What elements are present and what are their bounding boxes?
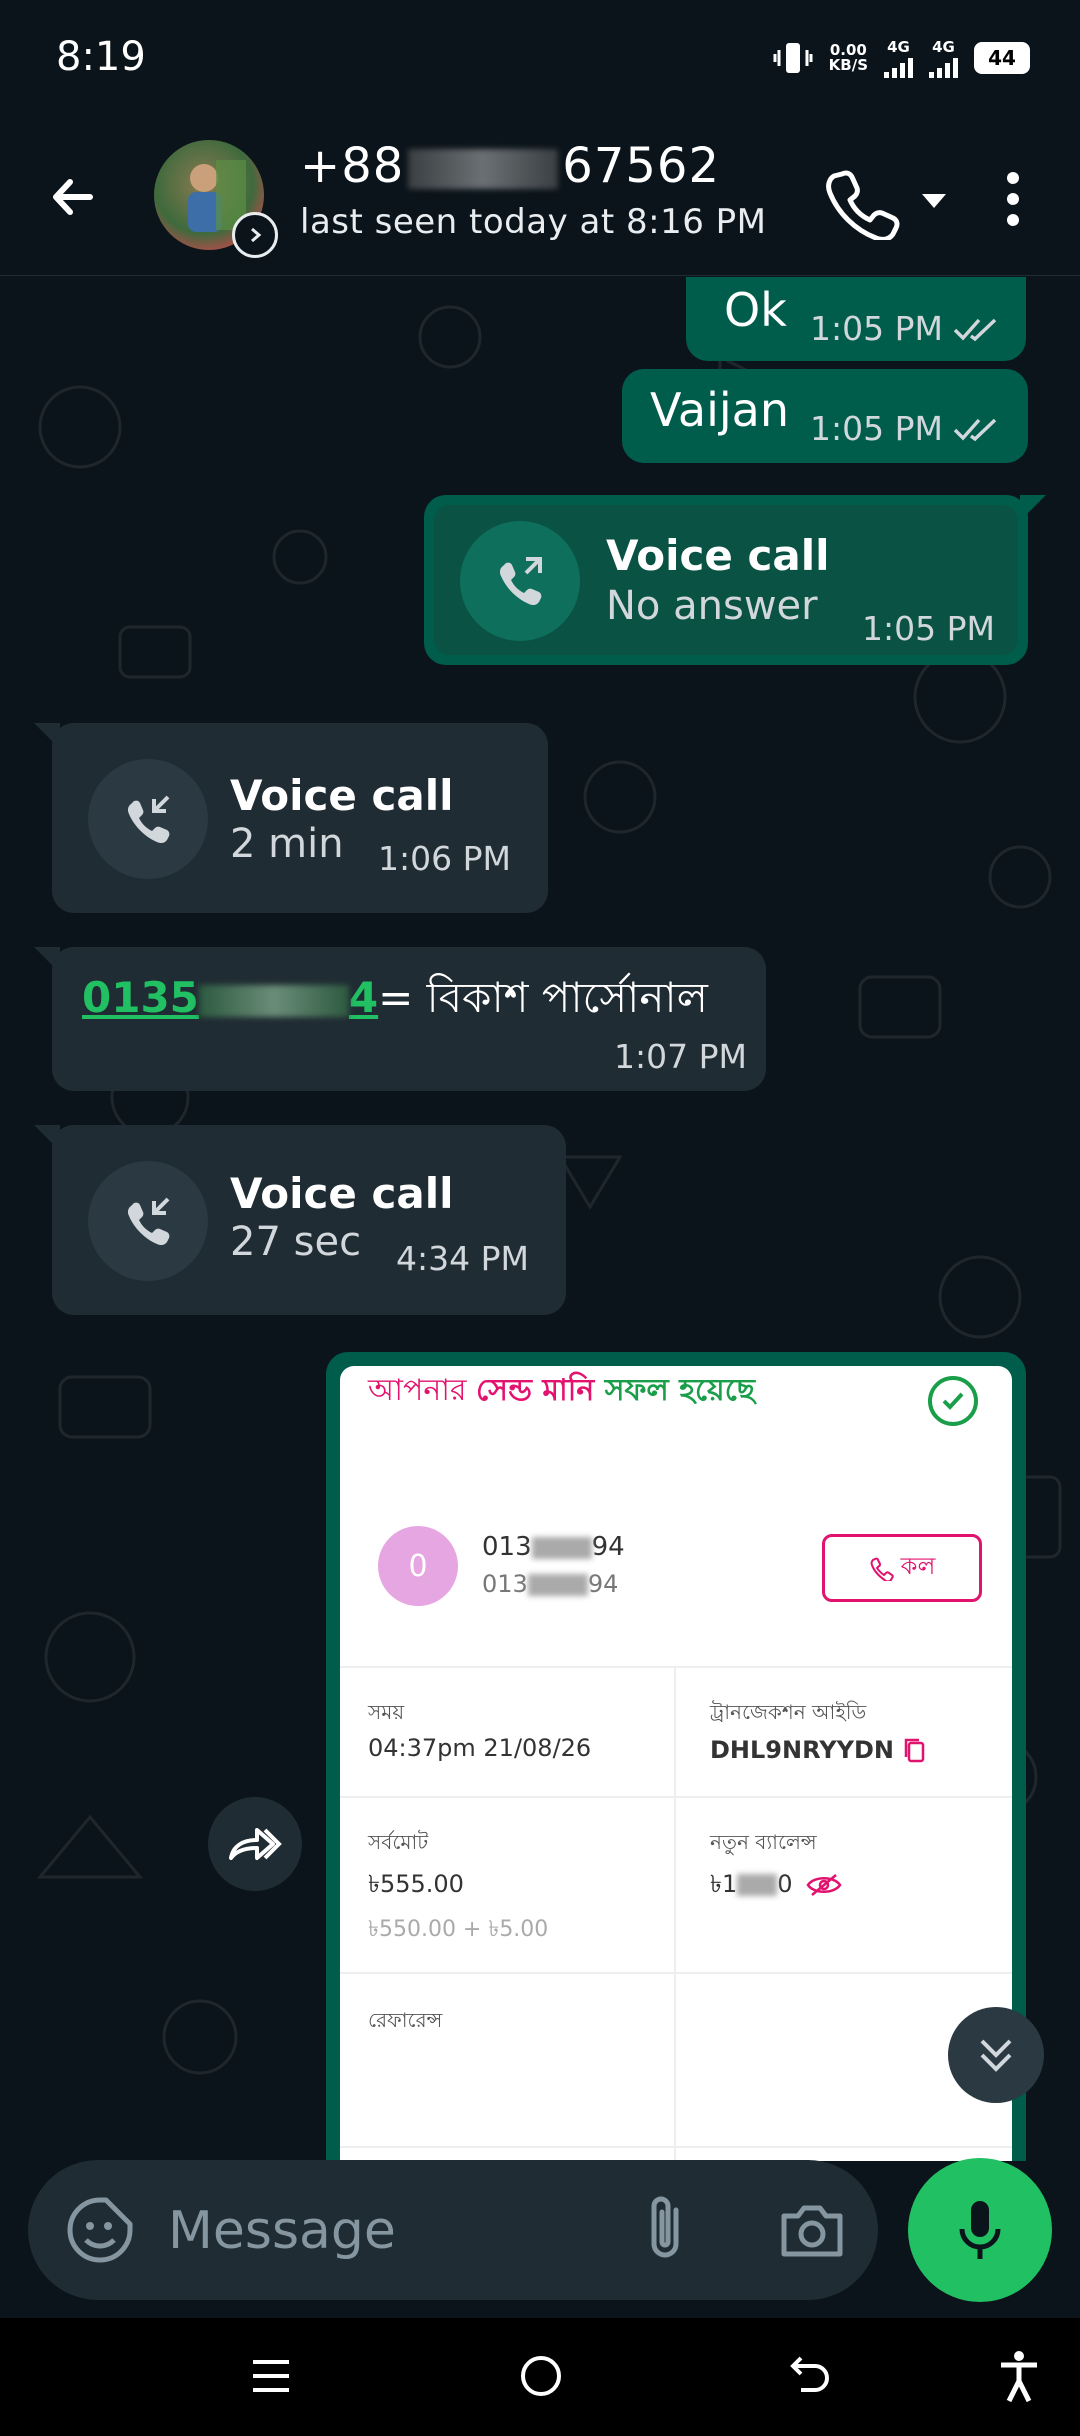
receipt-heading: আপনার সেন্ড মানি সফল হয়েছে [368,1373,755,1408]
call-title: Voice call [230,1169,454,1218]
message-time: 4:34 PM [396,1239,529,1278]
message-time: 1:05 PM [810,409,943,448]
divider [340,1972,1012,1974]
divider [340,2146,1012,2148]
back-arrow-icon[interactable] [38,162,108,232]
total-breakdown: ৳550.00 + ৳5.00 [368,1917,549,1942]
scroll-to-bottom-button[interactable] [948,2007,1044,2103]
microphone-icon [959,2201,1001,2259]
signal-sim1-icon: 4G [884,38,913,78]
redacted-number [408,149,559,189]
message-bubble-outgoing[interactable]: Ok 1:05 PM [686,277,1026,361]
message-time: 1:05 PM [862,609,995,648]
nav-accessibility-button[interactable] [984,2346,1054,2406]
message-text: Vaijan [650,383,789,437]
forward-icon [229,1828,282,1860]
voice-call-bubble-incoming[interactable]: Voice call 27 sec 4:34 PM [34,1125,566,1315]
status-time: 8:19 [56,34,146,80]
voice-call-bubble-outgoing[interactable]: Voice call No answer 1:05 PM [424,495,1046,665]
system-nav-bar [0,2318,1080,2436]
forward-button[interactable] [208,1797,302,1891]
message-time: 1:05 PM [810,309,943,348]
bubble-tail [34,1125,60,1151]
camera-icon[interactable] [776,2196,848,2264]
double-check-icon [953,418,997,441]
signal-sim2-icon: 4G [929,38,958,78]
message-input[interactable] [168,2196,608,2266]
balance-value: ৳1 0 [710,1866,842,1906]
image-message-receipt[interactable]: আপনার সেন্ড মানি সফল হয়েছে 0 013 94 013 9… [326,1352,1026,2161]
call-duration: 27 sec [230,1219,362,1265]
message-bubble-incoming[interactable]: 0135 4= বিকাশ পার্সোনাল 1:07 PM [34,947,766,1091]
attach-icon[interactable] [630,2192,700,2268]
status-ring-icon [232,212,278,258]
battery-level: 44 [988,46,1016,70]
time-value: 04:37pm 21/08/26 [368,1734,592,1762]
copy-icon [905,1738,925,1763]
accessibility-icon [1001,2351,1037,2403]
nav-recents-button[interactable] [236,2346,306,2406]
call-recipient-button: কল [822,1534,982,1602]
voice-call-icon[interactable] [820,160,900,240]
message-meta: 1:05 PM [810,309,1001,348]
reference-label: রেফারেন্স [368,2008,443,2032]
voice-record-button[interactable] [908,2158,1052,2302]
message-composer [28,2160,878,2300]
bubble-tail [1020,495,1046,521]
double-check-icon [953,318,997,341]
outgoing-call-icon [460,521,580,641]
last-seen-status: last seen today at 8:16 PM [300,202,767,242]
incoming-call-icon [88,759,208,879]
message-time: 1:07 PM [614,1037,747,1076]
contact-name[interactable]: +88 67562 [300,138,720,194]
total-label: সর্বমোট [368,1830,429,1854]
voice-call-bubble-incoming[interactable]: Voice call 2 min 1:06 PM [34,723,548,913]
divider [674,1666,676,2161]
menu-icon [253,2360,289,2392]
battery-icon: 44 [974,42,1030,74]
message-time: 1:06 PM [378,839,511,878]
message-meta: 1:05 PM [810,409,1001,448]
call-duration: 2 min [230,821,344,867]
sticker-emoji-icon[interactable] [64,2194,136,2266]
balance-label: নতুন ব্যালেন্স [710,1830,817,1854]
divider [340,1666,1012,1668]
message-text: Ok [724,283,787,337]
total-value: ৳555.00 [368,1870,464,1898]
recipient-avatar: 0 [378,1526,458,1606]
double-chevron-down-icon [980,2039,1012,2072]
bkash-receipt-image: আপনার সেন্ড মানি সফল হয়েছে 0 013 94 013 9… [340,1366,1012,2161]
status-bar: 8:19 0.00 KB/S 4G 4G 44 [0,0,1080,120]
nav-back-button[interactable] [776,2346,846,2406]
bubble-tail [34,947,60,973]
txn-id-label: ট্রানজেকশন আইডি [710,1700,867,1724]
recipient-number-secondary: 013 94 [482,1570,619,1598]
txn-id-value: DHL9NRYYDN [710,1736,928,1765]
incoming-call-icon [88,1161,208,1281]
time-label: সময় [368,1700,405,1724]
call-status: No answer [606,583,818,629]
status-icons: 0.00 KB/S 4G 4G 44 [773,38,1030,78]
home-circle-icon [521,2356,561,2396]
phone-icon [870,1557,894,1581]
message-text: 0135 4= বিকাশ পার্সোনাল [82,973,708,1022]
call-dropdown-icon[interactable] [912,170,956,230]
recipient-number: 013 94 [482,1532,625,1562]
chat-header: +88 67562 last seen today at 8:16 PM [0,120,1080,276]
net-speed: 0.00 KB/S [828,41,868,74]
phone-link[interactable]: 0135 4 [82,973,378,1022]
hide-balance-icon [806,1874,842,1896]
back-icon [790,2356,829,2392]
success-check-icon [928,1376,978,1426]
chat-area[interactable]: Ok 1:05 PM Vaijan 1:05 PM Voice call No … [0,277,1080,2161]
call-title: Voice call [606,531,830,580]
nav-home-button[interactable] [506,2346,576,2406]
more-options-icon[interactable] [988,164,1038,234]
call-title: Voice call [230,771,454,820]
divider [340,1796,1012,1798]
message-bubble-outgoing[interactable]: Vaijan 1:05 PM [622,369,1028,463]
vibrate-icon [773,43,813,73]
bubble-tail [34,723,60,749]
